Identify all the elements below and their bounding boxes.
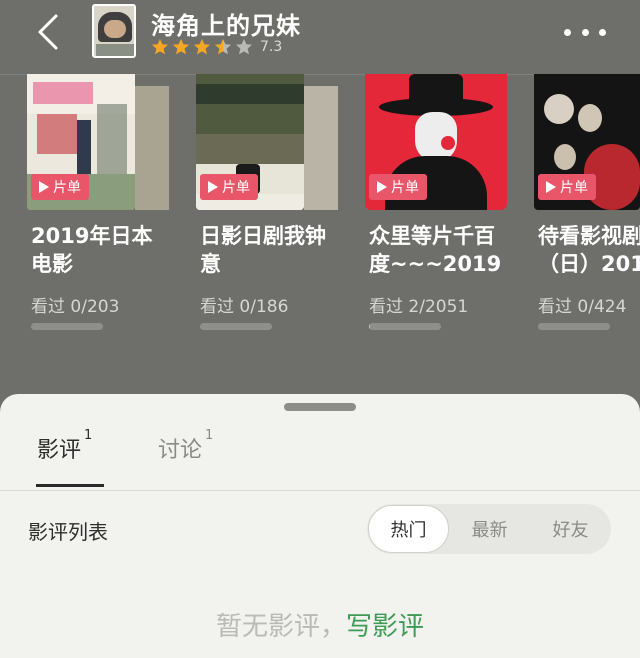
play-icon — [377, 181, 387, 193]
tab-label: 影评 — [37, 438, 82, 463]
empty-text: 暂无影评， — [215, 612, 346, 642]
doulist-badge: 片单 — [369, 174, 427, 200]
dot — [599, 28, 606, 36]
rating-value: 7.3 — [260, 39, 283, 55]
play-icon — [546, 181, 556, 193]
write-review-link[interactable]: 写影评 — [346, 612, 424, 642]
divider — [0, 490, 640, 491]
progress-fill — [369, 323, 371, 330]
dot — [581, 28, 589, 36]
doulist-progress — [200, 323, 272, 330]
doulist-card[interactable]: 片单 日影日剧我钟 意 看过 0/186 — [196, 74, 366, 334]
tab-label: 讨论 — [158, 438, 203, 463]
doulist-title: 2019年日本 电影 — [31, 224, 153, 276]
tab-reviews[interactable]: 影评1 — [37, 428, 92, 464]
doulist-title: 日影日剧我钟 意 — [200, 224, 326, 276]
doulist-badge: 片单 — [200, 174, 258, 200]
drag-handle[interactable] — [284, 403, 356, 411]
chevron-left-icon — [38, 14, 58, 50]
sort-friends-button[interactable]: 好友 — [530, 505, 611, 553]
doulist-count: 看过 2/2051 — [369, 297, 469, 317]
more-dots-icon — [564, 28, 571, 36]
badge-label: 片单 — [391, 180, 419, 196]
sort-hot-button[interactable]: 热门 — [368, 505, 449, 553]
badge-label: 片单 — [53, 180, 81, 196]
active-tab-indicator — [36, 484, 104, 487]
doulist-badge: 片单 — [31, 174, 89, 200]
more-options-button[interactable] — [560, 20, 610, 44]
play-icon — [208, 181, 218, 193]
doulist-card[interactable]: 片单 2019年日本 电影 看过 0/203 — [27, 74, 197, 334]
doulist-card[interactable]: 片单 待看影视剧 （日）201 看过 0/424 — [534, 74, 640, 334]
doulist-count: 看过 0/186 — [200, 297, 289, 317]
doulist-progress — [31, 323, 103, 330]
doulist-progress — [369, 323, 441, 330]
review-sort-control: 热门 最新 好友 — [367, 504, 611, 554]
star-half-icon — [214, 38, 232, 55]
empty-state: 暂无影评，写影评 — [0, 606, 640, 643]
doulist-title: 众里等片千百 度~~~2019 — [369, 224, 502, 276]
sort-latest-button[interactable]: 最新 — [449, 505, 530, 553]
back-button[interactable] — [28, 12, 68, 52]
movie-poster-thumbnail[interactable] — [92, 4, 136, 58]
badge-label: 片单 — [560, 180, 588, 196]
doulist-card[interactable]: 片单 众里等片千百 度~~~2019 看过 2/2051 — [365, 74, 535, 334]
tab-count: 1 — [205, 428, 214, 443]
doulist-title: 待看影视剧 （日）201 — [538, 224, 640, 276]
doulist-count: 看过 0/203 — [31, 297, 120, 317]
reviews-bottom-sheet: 影评1 讨论1 影评列表 热门 最新 好友 暂无影评，写影评 — [0, 394, 640, 658]
top-bar: 海角上的兄妹 7.3 — [0, 0, 640, 70]
rating: 7.3 — [151, 38, 282, 56]
star-full-icon — [172, 38, 190, 55]
doulist-badge: 片单 — [538, 174, 596, 200]
star-full-icon — [151, 38, 169, 55]
star-empty-icon — [235, 38, 253, 55]
star-full-icon — [193, 38, 211, 55]
review-list-label: 影评列表 — [28, 520, 108, 544]
doulist-count: 看过 0/424 — [538, 297, 627, 317]
doulist-progress — [538, 323, 610, 330]
tab-discussions[interactable]: 讨论1 — [158, 428, 213, 464]
badge-label: 片单 — [222, 180, 250, 196]
page-title: 海角上的兄妹 — [151, 12, 301, 40]
tab-count: 1 — [84, 428, 93, 443]
play-icon — [39, 181, 49, 193]
